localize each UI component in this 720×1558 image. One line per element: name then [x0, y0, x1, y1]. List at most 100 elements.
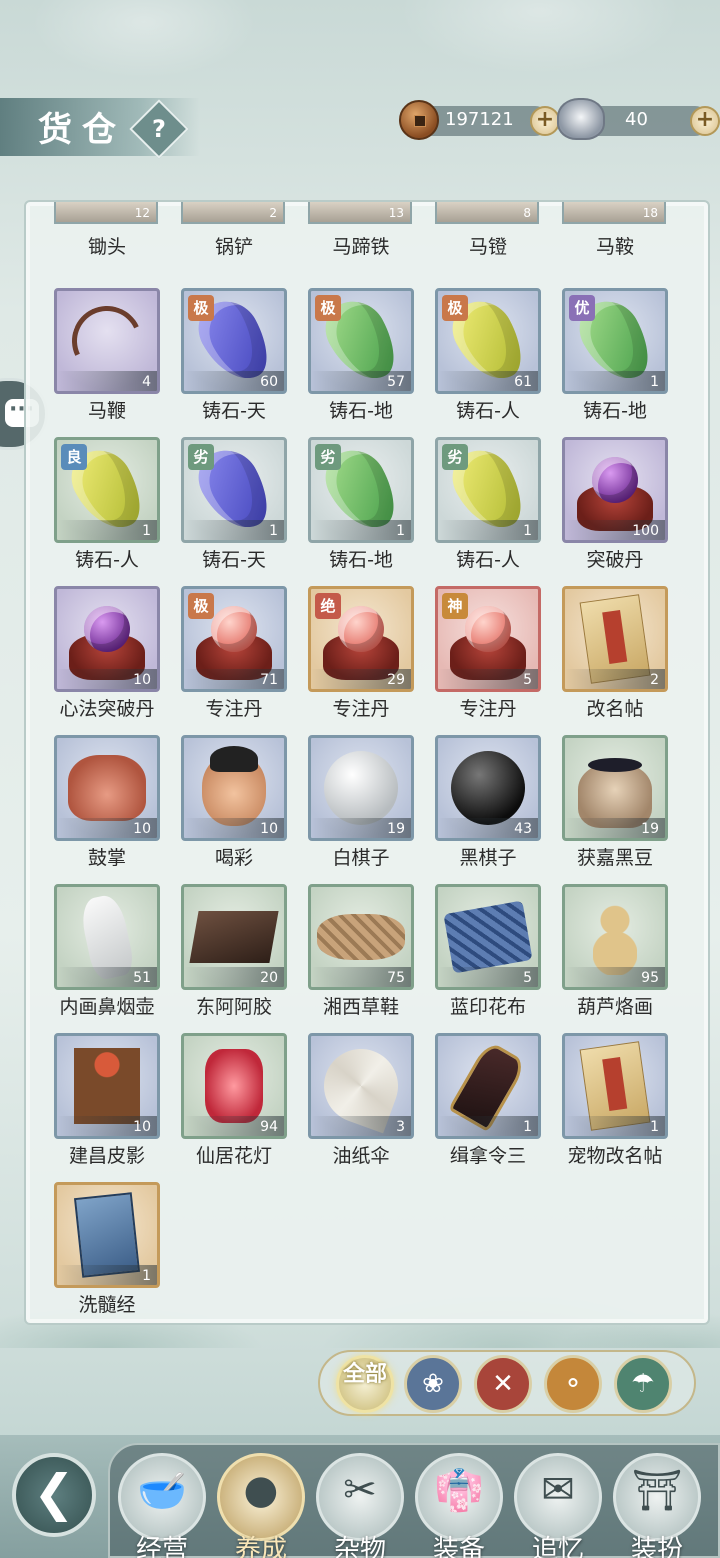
inventory-item[interactable]: 10 建昌皮影	[54, 1033, 160, 1173]
inventory-item[interactable]: 极 60 铸石-天	[181, 288, 287, 428]
inventory-item[interactable]: 劣 1 铸石-地	[308, 437, 414, 577]
partial-row: 12 锄头 2 锅铲 13 马蹄铁 8 马镫 18 马鞍	[26, 202, 708, 282]
inventory-item[interactable]: 良 1 铸石-人	[54, 437, 160, 577]
bag-icon: ❀	[422, 1369, 444, 1399]
nav-tab-1[interactable]: ● 养成	[215, 1451, 307, 1558]
item-thumbnail: 劣1	[308, 437, 414, 543]
nav-tab-4[interactable]: ✉ 追忆	[512, 1451, 604, 1558]
inventory-item[interactable]: 95 葫芦烙画	[562, 884, 668, 1024]
inventory-item[interactable]: 19 白棋子	[308, 735, 414, 875]
header: 货仓 ? 197121 + 40 +	[0, 98, 720, 162]
item-thumbnail: 95	[562, 884, 668, 990]
item-name: 鼓掌	[87, 847, 126, 869]
inventory-item[interactable]: 1 洗髓经	[54, 1182, 160, 1322]
item-thumbnail: 极 57	[308, 288, 414, 394]
nav-tab-0[interactable]: 🥣 经营	[116, 1451, 208, 1558]
item-count: 10	[133, 1119, 151, 1135]
inventory-item[interactable]: 优 1 铸石-地	[562, 288, 668, 428]
filter-misc-button[interactable]: ☂	[614, 1355, 672, 1413]
item-count: 51	[133, 970, 151, 986]
inventory-item[interactable]: 神 5 专注丹	[435, 586, 541, 726]
inventory-item[interactable]: 10 鼓掌	[54, 735, 160, 875]
filter-all-button[interactable]: 全部	[336, 1355, 394, 1413]
inventory-item[interactable]: 5 蓝印花布	[435, 884, 541, 1024]
inventory-item[interactable]: 1 宠物改名帖	[562, 1033, 668, 1173]
nav-tab-5[interactable]: ⛩ 装扮	[611, 1451, 703, 1558]
item-thumbnail: 51	[54, 884, 160, 990]
item-count: 10	[133, 821, 151, 837]
add-copper-button[interactable]: +	[530, 106, 560, 136]
inventory-item[interactable]: 100 突破丹	[562, 437, 668, 577]
item-count: 5	[523, 970, 532, 986]
item-thumbnail: 劣1	[435, 437, 541, 543]
inventory-item[interactable]: 绝 29 专注丹	[308, 586, 414, 726]
item-name: 铸石-天	[202, 549, 266, 571]
inventory-item[interactable]: 51 内画鼻烟壶	[54, 884, 160, 1024]
item-count: 61	[514, 374, 532, 390]
inventory-item[interactable]: 3 油纸伞	[308, 1033, 414, 1173]
item-thumbnail: 1	[54, 1182, 160, 1288]
inventory-item[interactable]: 20 东阿阿胶	[181, 884, 287, 1024]
inventory-grid: 12 锄头 2 锅铲 13 马蹄铁 8 马镫 18 马鞍 4 马鞭极 60 铸石-天极 57 铸石-地极 61…	[26, 202, 708, 1323]
inventory-item[interactable]: 劣 1 铸石-天	[181, 437, 287, 577]
item-name: 马鞭	[87, 400, 126, 422]
inventory-item[interactable]: 10 心法突破丹	[54, 586, 160, 726]
item-name: 东阿阿胶	[195, 996, 272, 1018]
filter-bag-button[interactable]: ❀	[404, 1355, 462, 1413]
item-count: 18	[642, 206, 658, 220]
inventory-item[interactable]: 43 黑棋子	[435, 735, 541, 875]
grade-badge: 极	[188, 593, 214, 619]
back-button[interactable]: ❮	[12, 1453, 96, 1537]
item-count: 1	[523, 1119, 532, 1135]
inventory-item[interactable]: 75 湘西草鞋	[308, 884, 414, 1024]
inventory-item[interactable]: 1 缉拿令三	[435, 1033, 541, 1173]
inventory-panel[interactable]: 12 锄头 2 锅铲 13 马蹄铁 8 马镫 18 马鞍 4 马鞭极 60 铸石-天极 57 铸石-地极 61…	[24, 200, 710, 1325]
inventory-item[interactable]: 2 改名帖	[562, 586, 668, 726]
item-count: 5	[523, 672, 532, 688]
inventory-item[interactable]: 4 马鞭	[54, 288, 160, 428]
item-count: 10	[133, 672, 151, 688]
copper-value: 197121	[445, 109, 514, 130]
item-thumbnail: 1	[562, 1033, 668, 1139]
inventory-item[interactable]: 94 仙居花灯	[181, 1033, 287, 1173]
nav-tab-2[interactable]: ✂ 杂物	[314, 1451, 406, 1558]
item-thumbnail: 1	[435, 1033, 541, 1139]
shoes-icon	[317, 914, 405, 960]
item-name: 马镫	[468, 236, 507, 258]
item-count: 13	[388, 206, 404, 220]
inventory-item[interactable]: 极 61 铸石-人	[435, 288, 541, 428]
item-name: 马鞍	[595, 236, 634, 258]
inventory-item[interactable]: 极 57 铸石-地	[308, 288, 414, 428]
face-icon	[202, 746, 266, 826]
item-thumbnail: 神5	[435, 586, 541, 692]
item-thumbnail: 10	[54, 735, 160, 841]
inventory-item[interactable]: 劣 1 铸石-人	[435, 437, 541, 577]
copper-currency: 197121 +	[399, 100, 560, 140]
category-filter-bar: 全部 ❀ ✕ ⚬ ☂	[318, 1350, 696, 1416]
item-name: 葫芦烙画	[576, 996, 653, 1018]
nav-icon: ●	[243, 1467, 279, 1513]
glue-icon	[189, 911, 279, 963]
item-count: 1	[396, 523, 405, 539]
lantern-icon	[205, 1049, 263, 1123]
item-name: 锄头	[87, 236, 126, 258]
filter-food-button[interactable]: ⚬	[544, 1355, 602, 1413]
inventory-item[interactable]: 10 喝彩	[181, 735, 287, 875]
filter-tools-button[interactable]: ✕	[474, 1355, 532, 1413]
add-silver-button[interactable]: +	[690, 106, 720, 136]
item-name: 铸石-人	[75, 549, 139, 571]
item-thumbnail: 75	[308, 884, 414, 990]
grade-badge: 绝	[315, 593, 341, 619]
nav-icon: ✉	[541, 1467, 575, 1513]
item-name: 马蹄铁	[332, 236, 390, 258]
item-count: 60	[260, 374, 278, 390]
nav-icon: 🥣	[137, 1468, 187, 1514]
inventory-item[interactable]: 极 71 专注丹	[181, 586, 287, 726]
item-thumbnail: 2	[562, 586, 668, 692]
item-thumbnail: 18	[562, 202, 666, 224]
nav-tab-3[interactable]: 👘 装备	[413, 1451, 505, 1558]
item-name: 铸石-地	[583, 400, 647, 422]
filter-all-label: 全部	[342, 1362, 387, 1387]
item-thumbnail: 10	[181, 735, 287, 841]
inventory-item[interactable]: 19 获嘉黑豆	[562, 735, 668, 875]
